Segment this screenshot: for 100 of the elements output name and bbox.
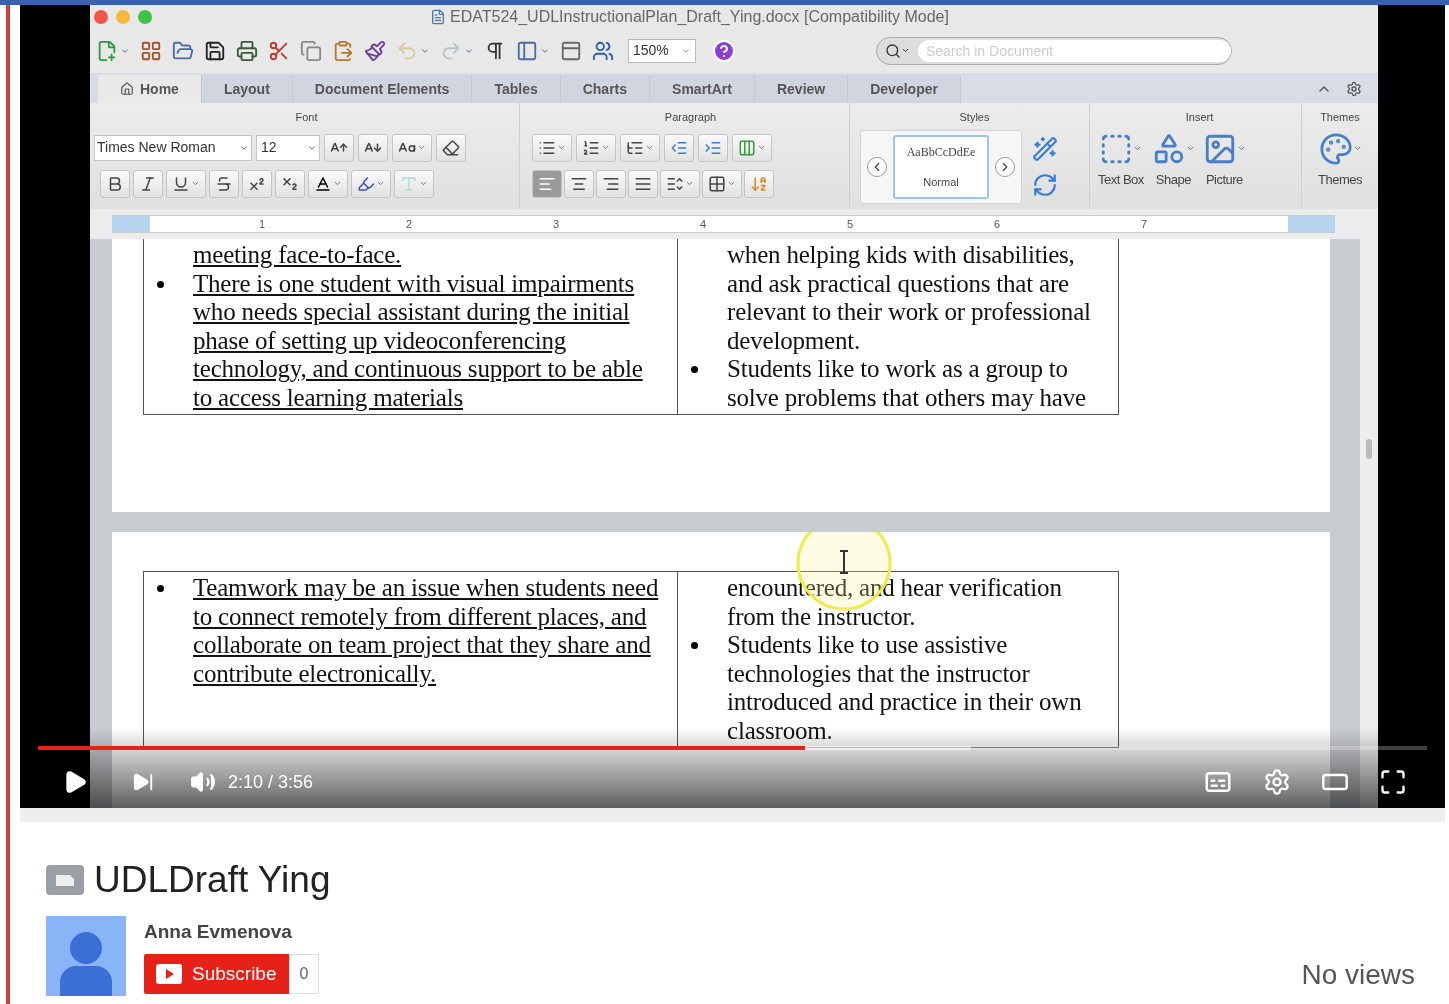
settings-icon[interactable] [1346,81,1362,97]
numbering-icon [582,138,600,157]
cut-icon [268,39,290,62]
caret-icon [1133,144,1143,153]
text-effects-icon [400,174,418,193]
document-icon [430,8,446,25]
bullets-button[interactable] [532,133,572,162]
format-painter-icon [364,39,386,62]
columns-button[interactable] [732,133,772,162]
subscriber-count: 0 [288,954,320,994]
ribbon-tab[interactable]: Review [754,75,849,103]
align-center-button[interactable] [564,169,594,198]
subscribe-button[interactable]: Subscribe [144,954,289,994]
numbering-button[interactable] [576,133,616,162]
caret-icon [557,143,566,152]
justify-button[interactable] [628,169,658,198]
sort-button[interactable] [744,169,774,198]
update-style-icon[interactable] [1032,171,1058,198]
fullscreen-button[interactable] [1379,768,1407,796]
ribbon-tab[interactable]: Charts [560,75,651,103]
video-title: UDLDraft Ying [94,860,331,900]
highlight-button[interactable] [351,169,391,198]
change-case-button[interactable] [392,133,432,162]
save-icon [204,39,226,62]
clear-formatting-icon [442,138,460,157]
caret-icon [191,179,200,188]
styles-pane-icon[interactable] [1032,135,1058,162]
underline-button[interactable] [166,169,206,198]
view-icon [560,39,582,62]
insert-button[interactable]: Text Box [1098,131,1144,189]
caret-icon [417,143,426,152]
ribbon-tab[interactable]: Tables [472,75,561,103]
font-color-button[interactable] [308,169,348,198]
search-icon [885,42,901,59]
columns-icon [738,138,756,157]
subscript-button[interactable] [275,169,305,198]
time-display: 2:10 / 3:56 [228,770,314,794]
themes-button[interactable]: Themes [1318,131,1362,189]
font-size-field[interactable]: 12 [256,134,320,161]
print-icon [236,39,258,62]
grow-font-button[interactable] [324,133,354,162]
bold-button[interactable] [100,169,130,198]
ribbon-tab[interactable]: Home [98,75,202,103]
play-logo-icon [156,964,182,984]
font-name-field[interactable]: Times New Roman [94,134,252,161]
close-window-button[interactable] [94,9,108,24]
paragraph: when helping kids with disabilities, and ask practical questions that are relevant to their work or professional development. [727,241,1092,355]
caret-icon [376,179,385,188]
ribbon-tab[interactable]: Developer [848,75,961,103]
ruler-number: 1 [259,216,267,232]
open-folder-icon [172,39,194,62]
paragraph: meeting face-to-face. [193,241,402,270]
insert-button[interactable]: Shape [1151,131,1195,189]
settings-button[interactable] [1263,768,1291,796]
bullet-icon [691,366,698,373]
scrollbar[interactable] [1360,239,1378,808]
superscript-button[interactable] [242,169,272,198]
caret-icon [601,143,610,152]
borders-button[interactable] [702,169,742,198]
align-right-button[interactable] [596,169,626,198]
increase-indent-button[interactable] [698,133,728,162]
caret-icon [1352,144,1362,153]
insert-button[interactable]: Picture [1202,131,1246,189]
font-color-icon [314,174,332,193]
window-title: EDAT524_UDLInstructionalPlan_Draft_Ying.docx [Compatibility Mode] [450,6,949,27]
line-spacing-button[interactable] [660,169,700,198]
ruler-number: 6 [994,216,1002,232]
caret-icon [757,143,766,152]
ribbon-tab[interactable]: Document Elements [292,75,473,103]
style-preview[interactable]: AaBbCcDdEe Normal [893,134,989,199]
italic-button[interactable] [133,169,163,198]
ruler-number: 3 [553,216,561,232]
caret-icon [685,179,694,188]
strikethrough-icon [215,174,233,193]
new-document-icon [96,39,118,62]
ruler-number: 5 [847,216,855,232]
help-icon[interactable] [712,38,736,63]
channel-name[interactable]: Anna Evmenova [144,917,320,946]
volume-button[interactable] [190,769,216,795]
privacy-icon [46,865,84,895]
caret-icon [1236,144,1246,153]
clear-formatting-button[interactable] [436,133,466,162]
shrink-font-button[interactable] [358,133,388,162]
caret-icon [901,46,910,55]
previous-style-button[interactable] [867,156,887,177]
strikethrough-button[interactable] [209,169,239,198]
ribbon-tab[interactable]: SmartArt [650,75,755,103]
paste-icon [332,39,354,62]
caret-icon [419,179,428,188]
progress-bar[interactable] [38,746,1427,750]
scrollbar-thumb[interactable] [1366,439,1372,459]
ribbon-tab[interactable]: Layout [201,75,293,103]
group-label: Insert [1185,110,1214,125]
next-button[interactable] [132,771,154,793]
multilevel-list-button[interactable] [620,133,660,162]
decrease-indent-button[interactable] [664,133,694,162]
caret-icon [333,179,342,188]
next-style-button[interactable] [995,156,1015,177]
group-label: Styles [959,110,990,125]
zoom-field[interactable]: 150% [628,38,696,63]
